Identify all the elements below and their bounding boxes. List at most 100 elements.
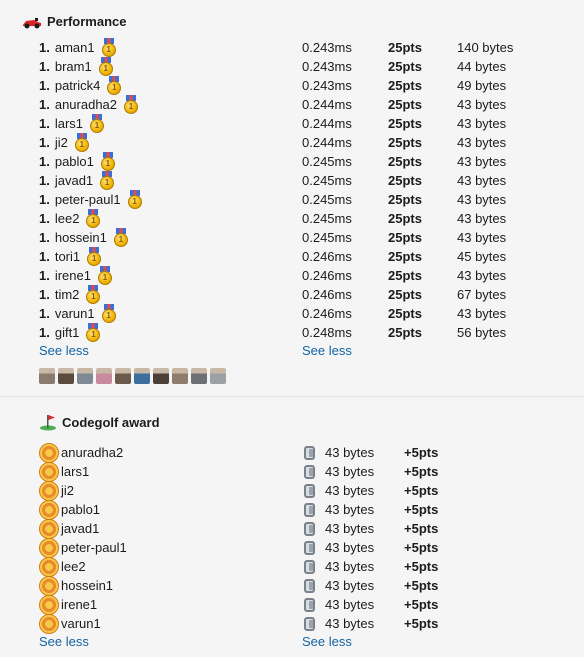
table-row: peter-paul1 43 bytes +5pts [0, 537, 584, 558]
participant-avatars [39, 368, 226, 384]
participant-name[interactable]: javad1 [55, 173, 93, 188]
participant-cell: 1. patrick4 1 [39, 76, 122, 95]
participant-name[interactable]: varun1 [61, 616, 101, 631]
points-value: 25pts [388, 154, 422, 169]
rank: 1. [39, 40, 50, 55]
performance-title: Performance [47, 14, 127, 29]
avatar[interactable] [58, 368, 74, 384]
bytes-value: 56 bytes [457, 325, 507, 340]
participant-name[interactable]: irene1 [55, 268, 91, 283]
rank: 1. [39, 135, 50, 150]
avatar[interactable] [77, 368, 93, 384]
participant-name[interactable]: bram1 [55, 59, 92, 74]
points-value: 25pts [388, 78, 422, 93]
participant-name[interactable]: hossein1 [61, 578, 113, 593]
participant-cell: anuradha2 [39, 442, 123, 463]
award-badge-icon [39, 537, 59, 558]
participant-name[interactable]: lee2 [61, 559, 86, 574]
rank: 1. [39, 230, 50, 245]
table-row: anuradha2 43 bytes +5pts [0, 442, 584, 463]
participant-name[interactable]: peter-paul1 [61, 540, 127, 555]
time-value: 0.244ms [302, 135, 352, 150]
bytes-value: 43 bytes [457, 211, 507, 226]
bytes-value: 43 bytes [457, 154, 507, 169]
avatar[interactable] [210, 368, 226, 384]
rank: 1. [39, 173, 50, 188]
participant-cell: 1. ji2 1 [39, 133, 90, 152]
participant-name[interactable]: lars1 [55, 116, 83, 131]
award-badge-icon [39, 442, 59, 463]
see-less-link[interactable]: See less [302, 634, 352, 649]
participant-name[interactable]: patrick4 [55, 78, 101, 93]
table-row: 1. gift1 1 0.248ms 25pts 56 bytes [0, 323, 584, 342]
participant-name[interactable]: javad1 [61, 521, 99, 536]
participant-cell: 1. lee2 1 [39, 209, 101, 228]
gold-medal-icon: 1 [113, 228, 129, 247]
participant-name[interactable]: lars1 [61, 464, 89, 479]
points-value: +5pts [404, 616, 439, 631]
rank: 1. [39, 325, 50, 340]
gold-medal-icon: 1 [123, 95, 139, 114]
participant-name[interactable]: pablo1 [55, 154, 94, 169]
participant-name[interactable]: anuradha2 [55, 97, 117, 112]
avatar[interactable] [134, 368, 150, 384]
avatar[interactable] [115, 368, 131, 384]
avatar[interactable] [172, 368, 188, 384]
section-divider [0, 396, 584, 397]
bytes-value: 43 bytes [325, 597, 375, 612]
participant-name[interactable]: lee2 [55, 211, 80, 226]
table-row: 1. patrick4 1 0.243ms 25pts 49 bytes [0, 76, 584, 95]
table-row: 1. tori1 1 0.246ms 25pts 45 bytes [0, 247, 584, 266]
bytes-value: 43 bytes [457, 97, 507, 112]
see-less-link[interactable]: See less [39, 343, 89, 358]
points-value: +5pts [404, 483, 439, 498]
time-value: 0.243ms [302, 59, 352, 74]
time-value: 0.243ms [302, 40, 352, 55]
gold-medal-icon: 1 [106, 76, 122, 95]
participant-name[interactable]: irene1 [61, 597, 97, 612]
participant-name[interactable]: gift1 [55, 325, 80, 340]
participant-name[interactable]: ji2 [55, 135, 68, 150]
time-value: 0.246ms [302, 268, 352, 283]
points-value: 25pts [388, 306, 422, 321]
participant-cell: lars1 [39, 461, 89, 482]
points-value: 25pts [388, 249, 422, 264]
clamp-icon [303, 464, 317, 480]
bytes-value: 43 bytes [325, 445, 375, 460]
bytes-cell: 43 bytes [303, 559, 374, 575]
avatar[interactable] [39, 368, 55, 384]
participant-name[interactable]: tori1 [55, 249, 80, 264]
table-row: 1. aman1 1 0.243ms 25pts 140 bytes [0, 38, 584, 57]
gold-medal-icon: 1 [101, 304, 117, 323]
participant-name[interactable]: anuradha2 [61, 445, 123, 460]
bytes-value: 140 bytes [457, 40, 514, 55]
points-value: 25pts [388, 135, 422, 150]
see-less-link[interactable]: See less [39, 634, 89, 649]
participant-name[interactable]: ji2 [61, 483, 74, 498]
award-badge-icon [39, 594, 59, 615]
participant-name[interactable]: pablo1 [61, 502, 100, 517]
race-car-icon [23, 17, 41, 28]
table-row: lars1 43 bytes +5pts [0, 461, 584, 482]
gold-medal-icon: 1 [86, 247, 102, 266]
avatar[interactable] [96, 368, 112, 384]
table-row: varun1 43 bytes +5pts [0, 613, 584, 634]
bytes-cell: 43 bytes [303, 483, 374, 499]
avatar[interactable] [191, 368, 207, 384]
participant-name[interactable]: aman1 [55, 40, 95, 55]
participant-name[interactable]: tim2 [55, 287, 80, 302]
avatar[interactable] [153, 368, 169, 384]
performance-header: Performance [22, 14, 126, 29]
clamp-icon [303, 578, 317, 594]
participant-cell: lee2 [39, 556, 86, 577]
time-value: 0.245ms [302, 192, 352, 207]
table-row: javad1 43 bytes +5pts [0, 518, 584, 539]
participant-name[interactable]: peter-paul1 [55, 192, 121, 207]
participant-name[interactable]: varun1 [55, 306, 95, 321]
participant-name[interactable]: hossein1 [55, 230, 107, 245]
bytes-value: 43 bytes [325, 616, 375, 631]
see-less-link[interactable]: See less [302, 343, 352, 358]
table-row: ji2 43 bytes +5pts [0, 480, 584, 501]
participant-cell: 1. pablo1 1 [39, 152, 116, 171]
participant-cell: ji2 [39, 480, 74, 501]
